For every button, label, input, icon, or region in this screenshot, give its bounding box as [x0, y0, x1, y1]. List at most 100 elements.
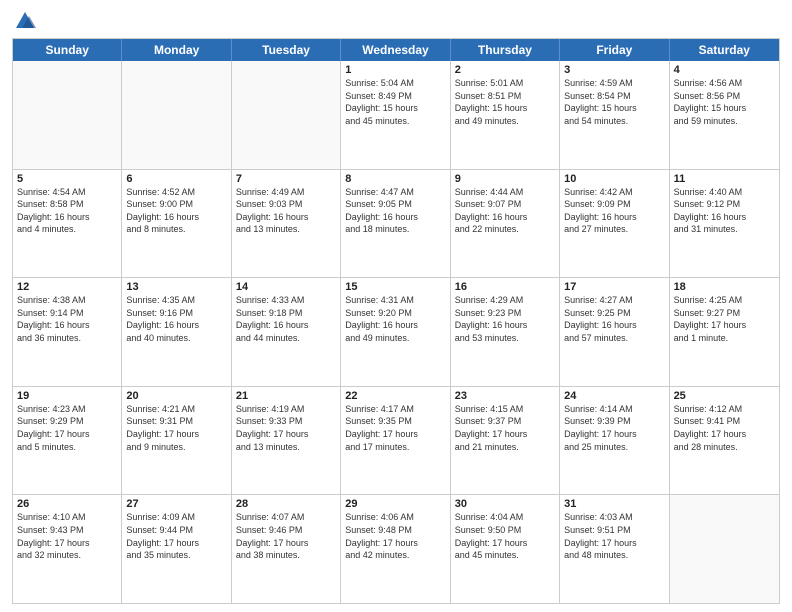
- cal-header-wednesday: Wednesday: [341, 39, 450, 61]
- cal-cell: 25Sunrise: 4:12 AM Sunset: 9:41 PM Dayli…: [670, 387, 779, 495]
- logo-icon: [14, 10, 36, 32]
- day-info: Sunrise: 4:06 AM Sunset: 9:48 PM Dayligh…: [345, 511, 445, 561]
- day-info: Sunrise: 4:21 AM Sunset: 9:31 PM Dayligh…: [126, 403, 226, 453]
- day-info: Sunrise: 4:17 AM Sunset: 9:35 PM Dayligh…: [345, 403, 445, 453]
- day-number: 9: [455, 173, 555, 185]
- day-number: 27: [126, 498, 226, 510]
- cal-header-tuesday: Tuesday: [232, 39, 341, 61]
- cal-week-1: 5Sunrise: 4:54 AM Sunset: 8:58 PM Daylig…: [13, 170, 779, 279]
- day-info: Sunrise: 5:04 AM Sunset: 8:49 PM Dayligh…: [345, 77, 445, 127]
- day-info: Sunrise: 4:38 AM Sunset: 9:14 PM Dayligh…: [17, 294, 117, 344]
- cal-cell: 26Sunrise: 4:10 AM Sunset: 9:43 PM Dayli…: [13, 495, 122, 603]
- cal-cell: 14Sunrise: 4:33 AM Sunset: 9:18 PM Dayli…: [232, 278, 341, 386]
- day-number: 17: [564, 281, 664, 293]
- cal-week-4: 26Sunrise: 4:10 AM Sunset: 9:43 PM Dayli…: [13, 495, 779, 603]
- cal-cell: 30Sunrise: 4:04 AM Sunset: 9:50 PM Dayli…: [451, 495, 560, 603]
- cal-cell: 5Sunrise: 4:54 AM Sunset: 8:58 PM Daylig…: [13, 170, 122, 278]
- day-number: 30: [455, 498, 555, 510]
- calendar-body: 1Sunrise: 5:04 AM Sunset: 8:49 PM Daylig…: [13, 61, 779, 603]
- day-info: Sunrise: 4:56 AM Sunset: 8:56 PM Dayligh…: [674, 77, 775, 127]
- calendar: SundayMondayTuesdayWednesdayThursdayFrid…: [12, 38, 780, 604]
- cal-cell: 28Sunrise: 4:07 AM Sunset: 9:46 PM Dayli…: [232, 495, 341, 603]
- cal-header-friday: Friday: [560, 39, 669, 61]
- cal-cell: 12Sunrise: 4:38 AM Sunset: 9:14 PM Dayli…: [13, 278, 122, 386]
- day-number: 19: [17, 390, 117, 402]
- day-number: 21: [236, 390, 336, 402]
- day-number: 18: [674, 281, 775, 293]
- header: [12, 10, 780, 32]
- cal-cell: 27Sunrise: 4:09 AM Sunset: 9:44 PM Dayli…: [122, 495, 231, 603]
- cal-cell: 8Sunrise: 4:47 AM Sunset: 9:05 PM Daylig…: [341, 170, 450, 278]
- day-info: Sunrise: 4:12 AM Sunset: 9:41 PM Dayligh…: [674, 403, 775, 453]
- cal-week-2: 12Sunrise: 4:38 AM Sunset: 9:14 PM Dayli…: [13, 278, 779, 387]
- cal-cell: 17Sunrise: 4:27 AM Sunset: 9:25 PM Dayli…: [560, 278, 669, 386]
- cal-cell: 23Sunrise: 4:15 AM Sunset: 9:37 PM Dayli…: [451, 387, 560, 495]
- cal-cell: [232, 61, 341, 169]
- day-info: Sunrise: 4:07 AM Sunset: 9:46 PM Dayligh…: [236, 511, 336, 561]
- day-info: Sunrise: 4:15 AM Sunset: 9:37 PM Dayligh…: [455, 403, 555, 453]
- day-number: 2: [455, 64, 555, 76]
- day-number: 10: [564, 173, 664, 185]
- day-info: Sunrise: 4:29 AM Sunset: 9:23 PM Dayligh…: [455, 294, 555, 344]
- day-info: Sunrise: 4:25 AM Sunset: 9:27 PM Dayligh…: [674, 294, 775, 344]
- day-info: Sunrise: 4:40 AM Sunset: 9:12 PM Dayligh…: [674, 186, 775, 236]
- day-number: 23: [455, 390, 555, 402]
- day-info: Sunrise: 4:54 AM Sunset: 8:58 PM Dayligh…: [17, 186, 117, 236]
- day-number: 4: [674, 64, 775, 76]
- day-number: 20: [126, 390, 226, 402]
- day-info: Sunrise: 4:04 AM Sunset: 9:50 PM Dayligh…: [455, 511, 555, 561]
- cal-cell: 22Sunrise: 4:17 AM Sunset: 9:35 PM Dayli…: [341, 387, 450, 495]
- day-number: 14: [236, 281, 336, 293]
- cal-cell: 3Sunrise: 4:59 AM Sunset: 8:54 PM Daylig…: [560, 61, 669, 169]
- day-number: 28: [236, 498, 336, 510]
- cal-cell: 29Sunrise: 4:06 AM Sunset: 9:48 PM Dayli…: [341, 495, 450, 603]
- cal-cell: 7Sunrise: 4:49 AM Sunset: 9:03 PM Daylig…: [232, 170, 341, 278]
- day-info: Sunrise: 4:23 AM Sunset: 9:29 PM Dayligh…: [17, 403, 117, 453]
- day-info: Sunrise: 4:35 AM Sunset: 9:16 PM Dayligh…: [126, 294, 226, 344]
- cal-cell: 31Sunrise: 4:03 AM Sunset: 9:51 PM Dayli…: [560, 495, 669, 603]
- cal-cell: 16Sunrise: 4:29 AM Sunset: 9:23 PM Dayli…: [451, 278, 560, 386]
- cal-cell: 19Sunrise: 4:23 AM Sunset: 9:29 PM Dayli…: [13, 387, 122, 495]
- day-number: 12: [17, 281, 117, 293]
- day-info: Sunrise: 4:33 AM Sunset: 9:18 PM Dayligh…: [236, 294, 336, 344]
- cal-cell: 13Sunrise: 4:35 AM Sunset: 9:16 PM Dayli…: [122, 278, 231, 386]
- cal-header-saturday: Saturday: [670, 39, 779, 61]
- cal-cell: [122, 61, 231, 169]
- day-number: 31: [564, 498, 664, 510]
- day-info: Sunrise: 4:09 AM Sunset: 9:44 PM Dayligh…: [126, 511, 226, 561]
- day-info: Sunrise: 4:42 AM Sunset: 9:09 PM Dayligh…: [564, 186, 664, 236]
- day-number: 1: [345, 64, 445, 76]
- cal-cell: 1Sunrise: 5:04 AM Sunset: 8:49 PM Daylig…: [341, 61, 450, 169]
- page: SundayMondayTuesdayWednesdayThursdayFrid…: [0, 0, 792, 612]
- day-number: 6: [126, 173, 226, 185]
- day-number: 22: [345, 390, 445, 402]
- day-number: 25: [674, 390, 775, 402]
- cal-cell: 15Sunrise: 4:31 AM Sunset: 9:20 PM Dayli…: [341, 278, 450, 386]
- cal-cell: 20Sunrise: 4:21 AM Sunset: 9:31 PM Dayli…: [122, 387, 231, 495]
- cal-week-0: 1Sunrise: 5:04 AM Sunset: 8:49 PM Daylig…: [13, 61, 779, 170]
- cal-cell: 6Sunrise: 4:52 AM Sunset: 9:00 PM Daylig…: [122, 170, 231, 278]
- day-info: Sunrise: 4:31 AM Sunset: 9:20 PM Dayligh…: [345, 294, 445, 344]
- cal-cell: 4Sunrise: 4:56 AM Sunset: 8:56 PM Daylig…: [670, 61, 779, 169]
- cal-week-3: 19Sunrise: 4:23 AM Sunset: 9:29 PM Dayli…: [13, 387, 779, 496]
- day-info: Sunrise: 4:19 AM Sunset: 9:33 PM Dayligh…: [236, 403, 336, 453]
- day-number: 16: [455, 281, 555, 293]
- day-number: 24: [564, 390, 664, 402]
- day-info: Sunrise: 4:47 AM Sunset: 9:05 PM Dayligh…: [345, 186, 445, 236]
- cal-cell: 10Sunrise: 4:42 AM Sunset: 9:09 PM Dayli…: [560, 170, 669, 278]
- logo: [12, 10, 36, 32]
- day-info: Sunrise: 4:49 AM Sunset: 9:03 PM Dayligh…: [236, 186, 336, 236]
- cal-cell: 18Sunrise: 4:25 AM Sunset: 9:27 PM Dayli…: [670, 278, 779, 386]
- cal-cell: 21Sunrise: 4:19 AM Sunset: 9:33 PM Dayli…: [232, 387, 341, 495]
- day-number: 13: [126, 281, 226, 293]
- day-number: 11: [674, 173, 775, 185]
- cal-cell: 11Sunrise: 4:40 AM Sunset: 9:12 PM Dayli…: [670, 170, 779, 278]
- day-info: Sunrise: 4:03 AM Sunset: 9:51 PM Dayligh…: [564, 511, 664, 561]
- day-number: 7: [236, 173, 336, 185]
- day-info: Sunrise: 4:27 AM Sunset: 9:25 PM Dayligh…: [564, 294, 664, 344]
- day-info: Sunrise: 4:52 AM Sunset: 9:00 PM Dayligh…: [126, 186, 226, 236]
- cal-header-monday: Monday: [122, 39, 231, 61]
- cal-cell: 9Sunrise: 4:44 AM Sunset: 9:07 PM Daylig…: [451, 170, 560, 278]
- day-number: 5: [17, 173, 117, 185]
- day-number: 29: [345, 498, 445, 510]
